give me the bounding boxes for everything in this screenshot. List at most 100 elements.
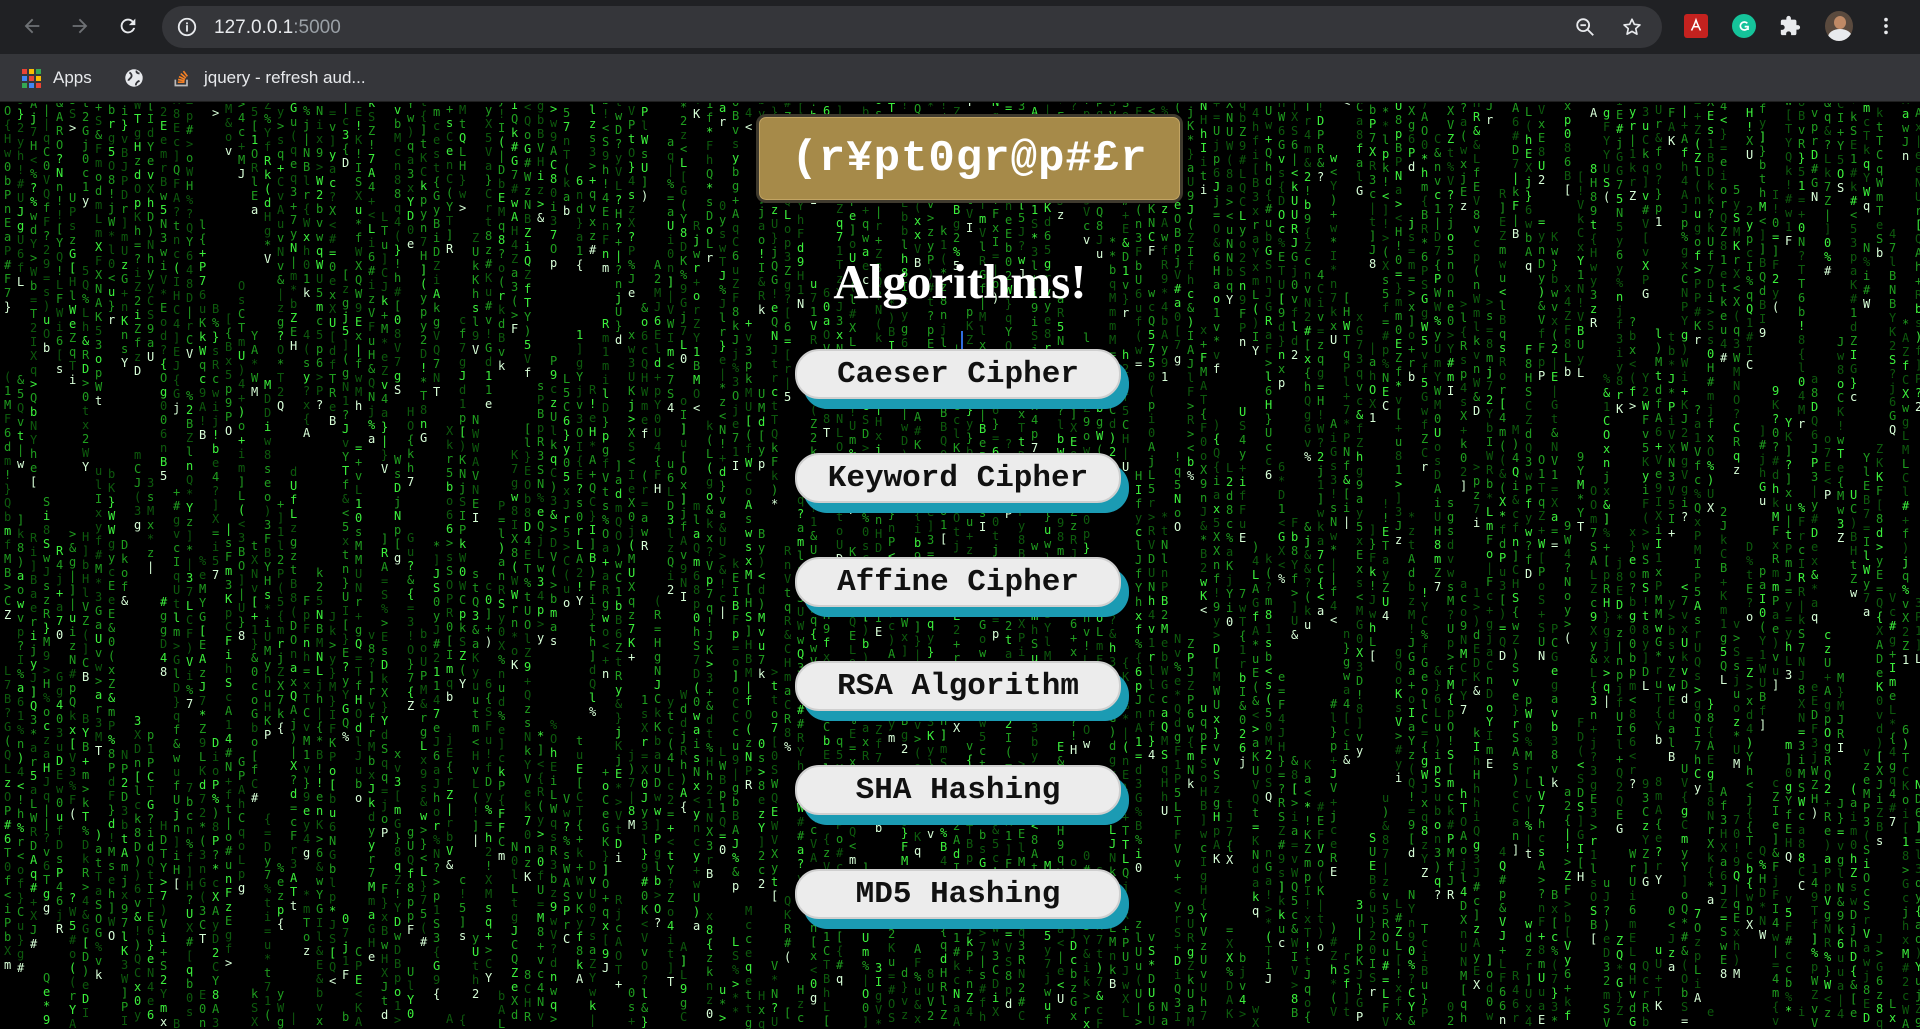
bookmark-star-icon[interactable] [1621, 16, 1643, 38]
matrix-glyph: 5 [95, 324, 102, 338]
matrix-glyph: W [472, 441, 480, 455]
matrix-glyph: = [498, 513, 505, 527]
matrix-glyph: h [108, 887, 115, 901]
matrix-glyph: 3 [706, 671, 713, 685]
matrix-glyph: a [1291, 824, 1298, 838]
matrix-glyph: f [1213, 572, 1220, 586]
matrix-glyph: 0 [576, 510, 583, 524]
matrix-glyph: o [1174, 506, 1181, 520]
matrix-glyph: > [1265, 902, 1272, 916]
matrix-glyph: 7 [680, 324, 687, 338]
matrix-glyph: e [69, 317, 76, 331]
matrix-glyph: t [784, 586, 791, 600]
matrix-glyph: ! [1070, 729, 1077, 743]
info-icon[interactable] [176, 16, 198, 38]
matrix-glyph: M [368, 880, 375, 894]
address-bar[interactable]: 127.0.0.1:5000 [162, 6, 1662, 48]
matrix-glyph: 7 [1096, 975, 1103, 989]
matrix-glyph: 3 [1018, 939, 1025, 953]
matrix-glyph: T [966, 823, 973, 837]
matrix-glyph: s [394, 467, 401, 481]
matrix-glyph: F [69, 793, 76, 807]
matrix-glyph: G [680, 184, 687, 198]
bookmark-globe[interactable] [123, 64, 145, 92]
matrix-glyph: 7 [1226, 825, 1233, 839]
matrix-glyph: a [797, 843, 804, 857]
matrix-glyph: g [134, 126, 141, 140]
matrix-glyph: w [394, 929, 402, 943]
matrix-glyph: O [1174, 212, 1181, 226]
matrix-glyph: o [69, 947, 76, 961]
page-viewport: O{Hw 0 b Pn Ea P # F 7}(1 M F 6 d m!} Qb m f M B > C Z L 7 B? G(Q… [0, 103, 1920, 1029]
matrix-glyph: z [290, 549, 297, 563]
matrix-glyph: ! [4, 468, 11, 482]
matrix-glyph: 8 [264, 448, 271, 462]
matrix-glyph: W [745, 456, 753, 470]
matrix-glyph: b [4, 174, 11, 188]
matrix-glyph: 5 [1213, 516, 1220, 530]
matrix-glyph: c [290, 815, 297, 829]
matrix-glyph: J [433, 777, 440, 791]
matrix-glyph: V [771, 833, 778, 847]
matrix-glyph: ] [537, 743, 544, 757]
matrix-glyph: ! [719, 437, 726, 451]
matrix-glyph: F [589, 579, 596, 593]
bookmark-apps[interactable]: Apps [22, 64, 92, 92]
matrix-glyph: V [979, 226, 986, 240]
matrix-glyph: 8 [524, 968, 531, 982]
matrix-glyph: a [30, 741, 37, 755]
puzzle-extensions-icon[interactable] [1776, 12, 1804, 40]
profile-avatar[interactable] [1825, 11, 1853, 41]
matrix-glyph: Y [576, 370, 584, 384]
matrix-glyph: t [290, 899, 297, 913]
matrix-glyph: S [563, 890, 570, 904]
matrix-glyph: ( [550, 564, 557, 578]
pdf-extension-icon[interactable] [1682, 12, 1710, 40]
matrix-glyph: Z [511, 966, 518, 980]
matrix-glyph: * [706, 125, 713, 139]
menu-kebab-icon[interactable] [1872, 12, 1900, 40]
matrix-glyph: 7 [563, 120, 570, 134]
matrix-glyph: j [381, 798, 388, 812]
matrix-glyph: 7 [199, 792, 206, 806]
matrix-glyph: f [329, 358, 336, 372]
matrix-glyph: & [1304, 562, 1312, 576]
matrix-glyph: l [1148, 678, 1155, 692]
matrix-glyph: n [1239, 335, 1246, 349]
matrix-glyph: X [771, 847, 779, 861]
matrix-glyph: V [82, 600, 89, 614]
matrix-glyph: } [108, 803, 115, 817]
matrix-glyph: % [95, 940, 103, 954]
matrix-glyph: D [1174, 954, 1181, 968]
matrix-glyph: > [732, 977, 739, 991]
zoom-out-icon[interactable] [1574, 16, 1596, 38]
matrix-glyph: W [134, 103, 142, 112]
matrix-glyph: R [1265, 314, 1273, 328]
matrix-glyph: W [771, 819, 779, 833]
matrix-glyph: x [563, 484, 570, 498]
matrix-glyph: 7 [511, 462, 518, 476]
back-button[interactable] [14, 8, 50, 44]
matrix-glyph: c [810, 823, 817, 837]
matrix-glyph: 3 [95, 590, 102, 604]
matrix-glyph: j [316, 678, 323, 692]
grammarly-icon[interactable] [1730, 12, 1758, 40]
matrix-glyph: C [784, 642, 791, 656]
matrix-glyph: Q [329, 960, 336, 974]
matrix-glyph: s [56, 362, 63, 376]
matrix-glyph: 4 [1252, 554, 1259, 568]
matrix-glyph: i [1031, 315, 1038, 329]
url-text[interactable]: 127.0.0.1:5000 [214, 17, 341, 39]
matrix-glyph: w [17, 597, 25, 611]
matrix-glyph: c [1083, 219, 1090, 233]
matrix-glyph: z [745, 736, 752, 750]
matrix-glyph: N [1187, 763, 1194, 777]
reload-button[interactable] [110, 8, 146, 44]
matrix-glyph: I [979, 520, 986, 534]
matrix-glyph: q [1239, 103, 1246, 111]
matrix-glyph: { [173, 373, 180, 387]
matrix-glyph: A [1148, 440, 1156, 454]
matrix-glyph: 6 [784, 320, 791, 334]
bookmark-jquery[interactable]: jquery - refresh aud... [172, 64, 366, 92]
forward-button[interactable] [62, 8, 98, 44]
